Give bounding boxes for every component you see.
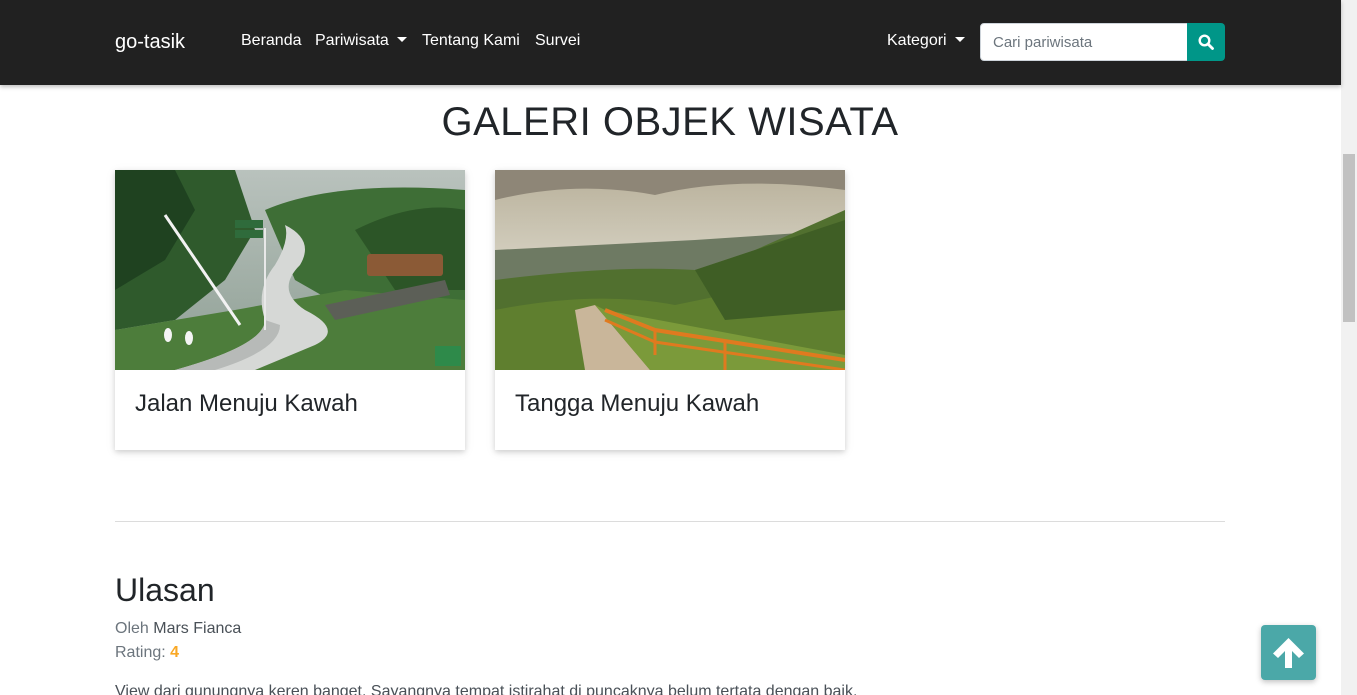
back-to-top-button[interactable] (1261, 625, 1316, 680)
top-navbar: go-tasik Beranda Pariwisata Tentang Kami… (0, 0, 1341, 85)
nav-dropdown-kategori-label: Kategori (887, 32, 947, 49)
nav-link-tentang-kami[interactable]: Tentang Kami (422, 31, 520, 51)
arrow-up-icon (1273, 638, 1304, 668)
gallery-image-stairs[interactable] (495, 170, 845, 370)
search-input[interactable] (980, 23, 1188, 61)
road-photo (115, 170, 465, 370)
nav-link-survei[interactable]: Survei (535, 31, 580, 51)
card-title: Jalan Menuju Kawah (135, 390, 358, 417)
gallery-image-road[interactable] (115, 170, 465, 370)
stairs-photo (495, 170, 845, 370)
review-rating-value: 4 (170, 644, 180, 661)
section-divider (115, 521, 1225, 522)
review-author: Oleh Mars Fianca (115, 619, 241, 639)
review-author-name: Mars Fianca (153, 620, 242, 637)
scrollbar-thumb[interactable] (1343, 154, 1355, 322)
brand-logo[interactable]: go-tasik (115, 30, 185, 54)
nav-link-beranda[interactable]: Beranda (241, 31, 302, 51)
review-rating: Rating: 4 (115, 643, 179, 663)
search-button[interactable] (1187, 23, 1225, 61)
card-title: Tangga Menuju Kawah (515, 390, 760, 417)
reviews-heading: Ulasan (115, 572, 215, 608)
page-scrollbar[interactable] (1341, 0, 1357, 695)
nav-dropdown-pariwisata[interactable]: Pariwisata (315, 31, 407, 51)
search-icon (1198, 34, 1214, 50)
caret-down-icon (954, 37, 965, 42)
gallery-title: GALERI OBJEK WISATA (441, 100, 899, 144)
nav-dropdown-pariwisata-label: Pariwisata (315, 32, 389, 49)
review-by-label: Oleh (115, 620, 149, 637)
review-rating-label: Rating: (115, 644, 166, 661)
caret-down-icon (396, 37, 407, 42)
review-text: View dari gunungnya keren banget. Sayang… (115, 683, 858, 695)
nav-dropdown-kategori[interactable]: Kategori (887, 31, 965, 51)
gallery-card[interactable]: Tangga Menuju Kawah (495, 170, 845, 450)
gallery-card[interactable]: Jalan Menuju Kawah (115, 170, 465, 450)
